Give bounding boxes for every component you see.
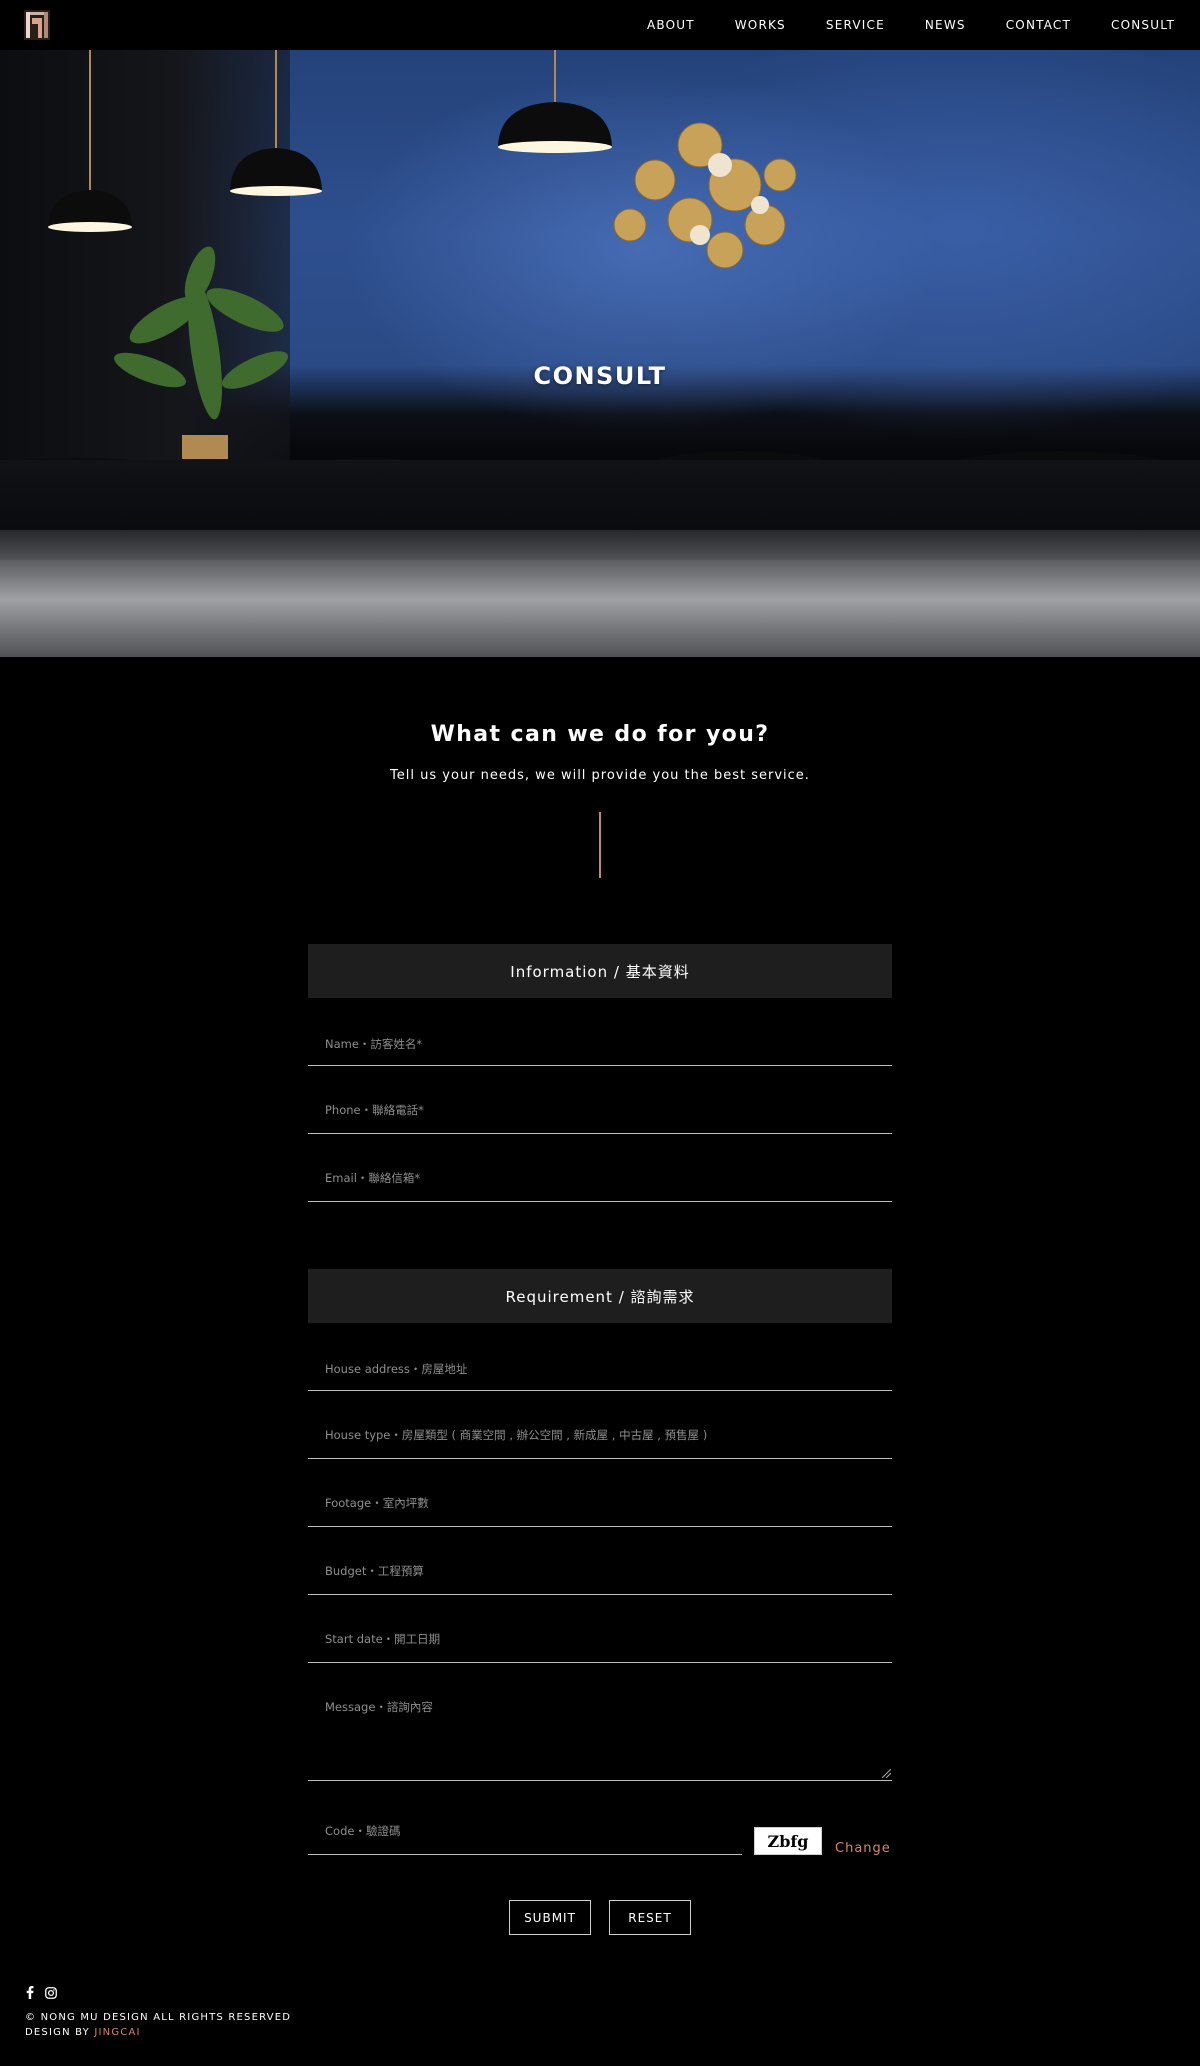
- nav-works[interactable]: WORKS: [735, 18, 786, 32]
- message-textarea[interactable]: Message・諮詢內容: [308, 1663, 892, 1781]
- name-placeholder: Name・訪客姓名*: [325, 1037, 423, 1051]
- budget-placeholder: Budget・工程預算: [325, 1564, 424, 1578]
- site-header: ABOUT WORKS SERVICE NEWS CONTACT CONSULT: [0, 0, 1200, 50]
- submit-button[interactable]: SUBMIT: [509, 1900, 591, 1935]
- house-address-placeholder: House address・房屋地址: [325, 1362, 468, 1376]
- nav-contact[interactable]: CONTACT: [1006, 18, 1071, 32]
- code-field[interactable]: Code・驗證碼: [308, 1781, 742, 1855]
- house-address-field[interactable]: House address・房屋地址: [308, 1323, 892, 1391]
- intro-subheading: Tell us your needs, we will provide you …: [390, 768, 810, 783]
- instagram-icon[interactable]: [45, 1986, 57, 1999]
- hero-reflection: [0, 530, 1200, 657]
- footage-placeholder: Footage・室內坪數: [325, 1496, 429, 1510]
- start-date-field[interactable]: Start date・開工日期: [308, 1595, 892, 1663]
- intro-heading: What can we do for you?: [430, 722, 770, 747]
- nav-about[interactable]: ABOUT: [647, 18, 695, 32]
- design-credit: DESIGN BY JINGCAI: [25, 2027, 141, 2038]
- vertical-divider: [599, 812, 601, 878]
- hero-title: CONSULT: [533, 362, 667, 390]
- captcha-row: Code・驗證碼 Zbfg Change: [308, 1781, 892, 1856]
- budget-field[interactable]: Budget・工程預算: [308, 1527, 892, 1595]
- designer-link[interactable]: JINGCAI: [94, 2027, 140, 2038]
- design-by-label: DESIGN BY: [25, 2027, 90, 2038]
- logo[interactable]: [24, 10, 50, 40]
- resize-handle-icon[interactable]: [882, 1769, 891, 1778]
- copyright-text: © NONG MU DESIGN ALL RIGHTS RESERVED: [25, 2012, 292, 2023]
- house-type-placeholder: House type・房屋類型 ( 商業空間 , 辦公空間 , 新成屋 , 中古…: [325, 1428, 708, 1442]
- main-nav: ABOUT WORKS SERVICE NEWS CONTACT CONSULT: [627, 0, 1200, 50]
- message-placeholder: Message・諮詢內容: [325, 1700, 433, 1714]
- social-links: [26, 1986, 57, 1999]
- reset-button[interactable]: RESET: [609, 1900, 691, 1935]
- nav-news[interactable]: NEWS: [925, 18, 966, 32]
- email-placeholder: Email・聯絡信箱*: [325, 1171, 421, 1185]
- consult-form: Information / 基本資料 Name・訪客姓名* Phone・聯絡電話…: [308, 944, 892, 1856]
- form-buttons: SUBMIT RESET: [0, 1900, 1200, 1935]
- hero-banner: CONSULT: [0, 50, 1200, 657]
- information-section-title: Information / 基本資料: [308, 944, 892, 998]
- email-field[interactable]: Email・聯絡信箱*: [308, 1134, 892, 1202]
- captcha-image: Zbfg: [754, 1827, 822, 1855]
- phone-field[interactable]: Phone・聯絡電話*: [308, 1066, 892, 1134]
- nav-consult[interactable]: CONSULT: [1111, 18, 1175, 32]
- facebook-icon[interactable]: [26, 1986, 34, 1999]
- code-placeholder: Code・驗證碼: [325, 1824, 401, 1838]
- nav-service[interactable]: SERVICE: [826, 18, 885, 32]
- house-type-field[interactable]: House type・房屋類型 ( 商業空間 , 辦公空間 , 新成屋 , 中古…: [308, 1391, 892, 1459]
- name-field[interactable]: Name・訪客姓名*: [308, 998, 892, 1066]
- start-date-placeholder: Start date・開工日期: [325, 1632, 441, 1646]
- requirement-section-title: Requirement / 諮詢需求: [308, 1269, 892, 1323]
- footage-field[interactable]: Footage・室內坪數: [308, 1459, 892, 1527]
- phone-placeholder: Phone・聯絡電話*: [325, 1103, 424, 1117]
- change-captcha-link[interactable]: Change: [835, 1841, 891, 1856]
